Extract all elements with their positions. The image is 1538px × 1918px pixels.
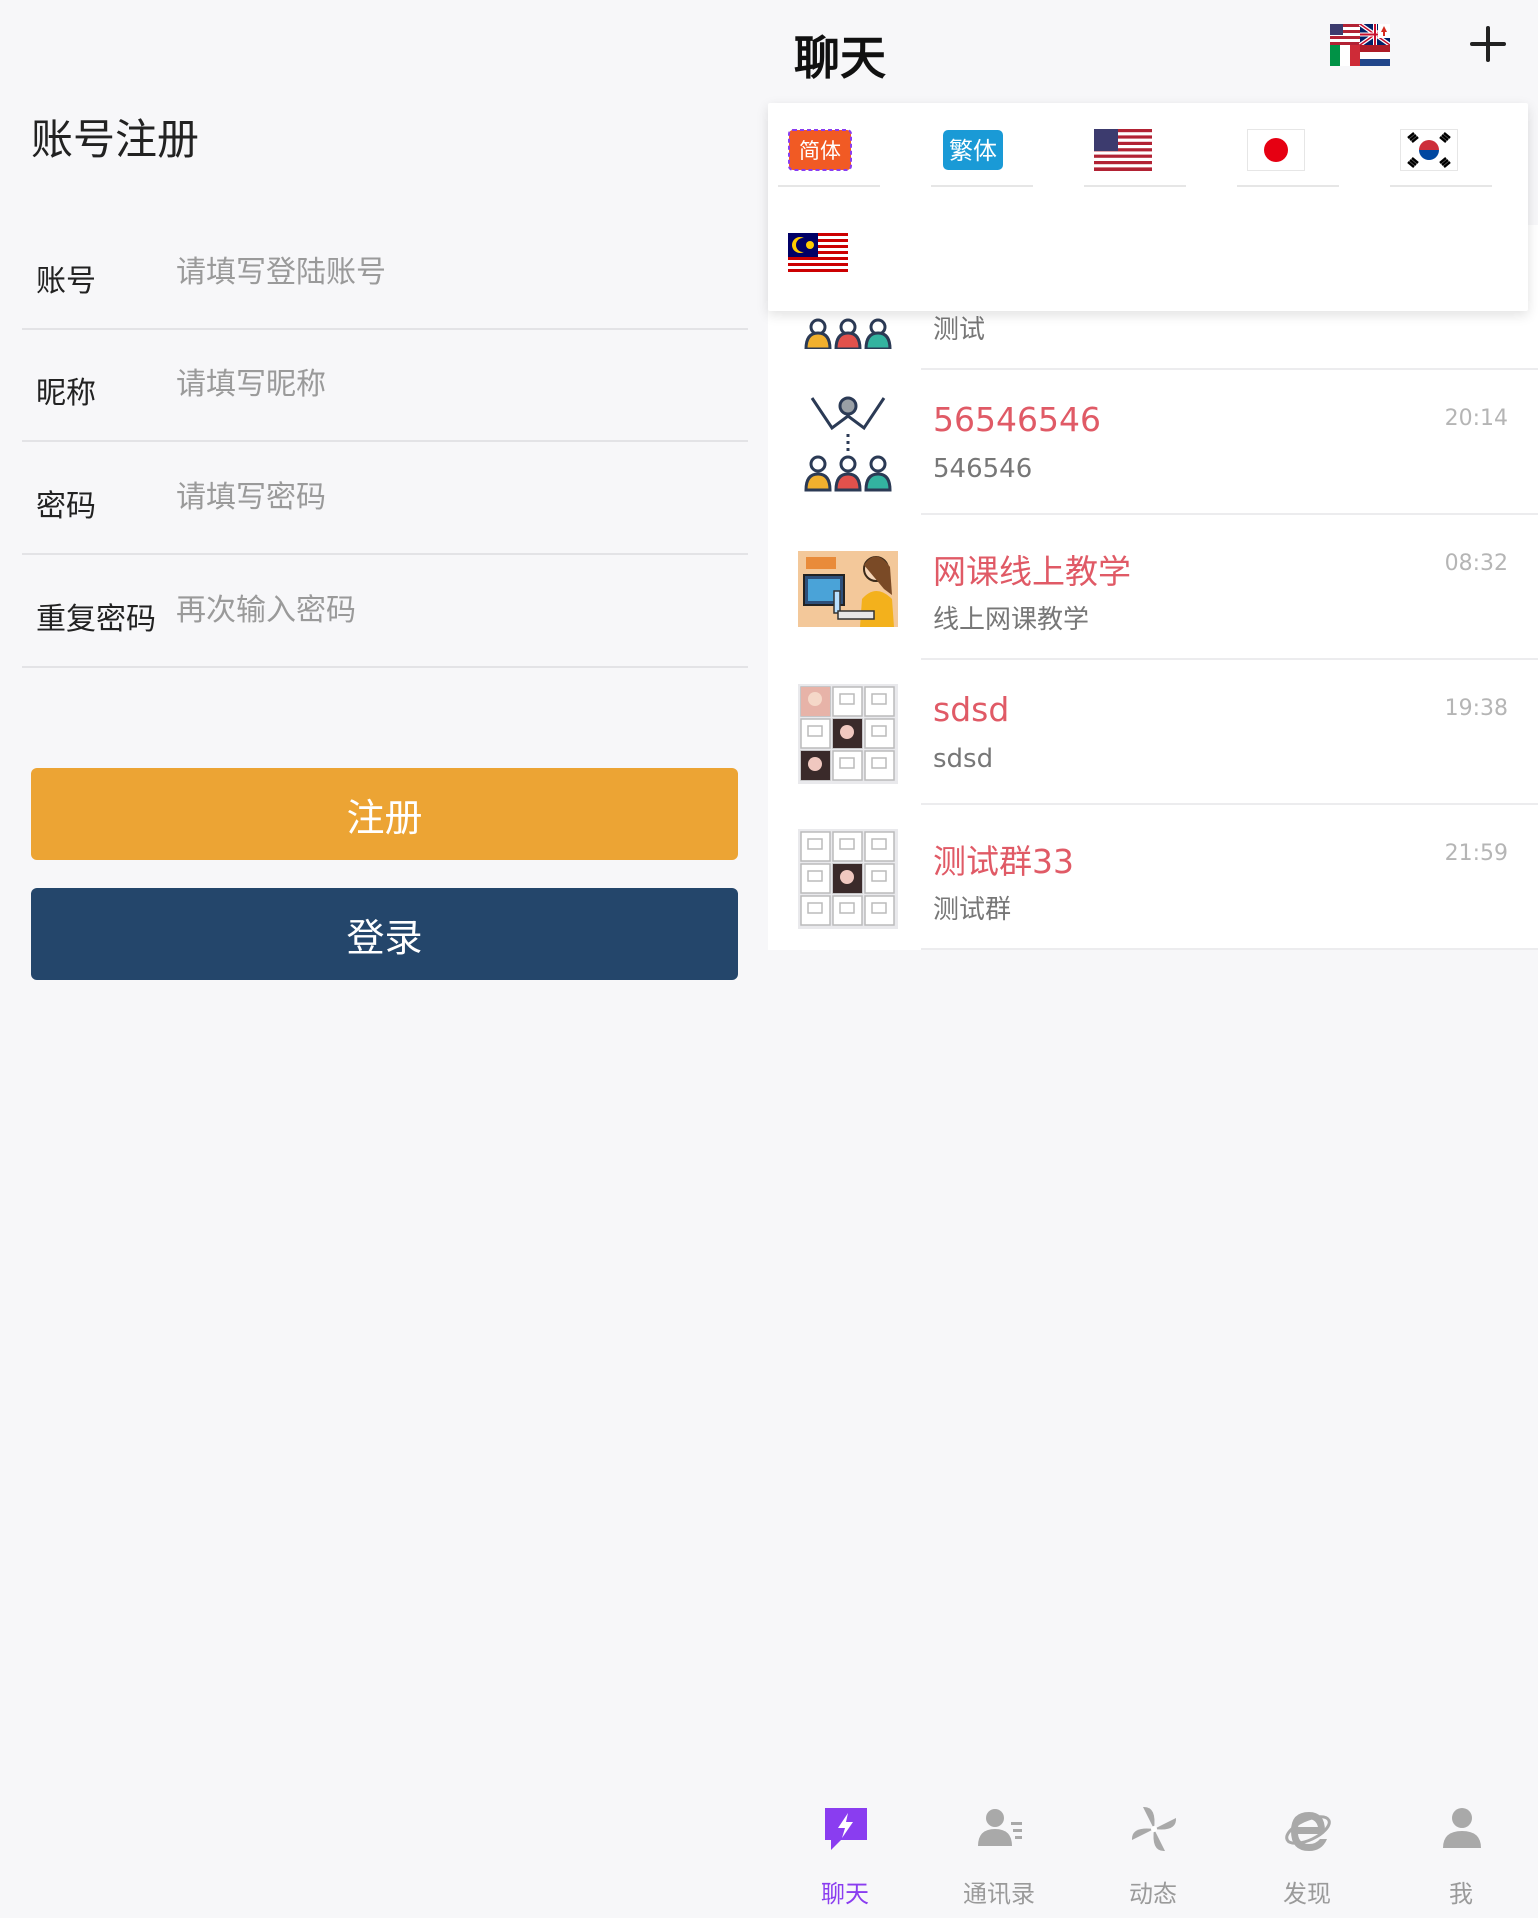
conversation-preview: 线上网课教学 xyxy=(933,605,1090,635)
online-class-avatar xyxy=(798,551,898,627)
conversation-list: 测试 56546546 546546 20:14 网课线上教学 线上网课教学 0… xyxy=(768,225,1538,950)
tab-label: 动态 xyxy=(1129,1880,1177,1908)
register-button[interactable]: 注册 xyxy=(31,768,738,860)
language-option-simplified[interactable]: 简体 xyxy=(768,103,880,187)
password-row: 密码 xyxy=(22,441,748,555)
pinwheel-icon xyxy=(1131,1806,1177,1852)
language-switch-button[interactable] xyxy=(1330,22,1392,66)
multi-flag-icon xyxy=(1330,22,1392,66)
conversation-name: 56546546 xyxy=(933,400,1101,439)
conversation-item[interactable]: 网课线上教学 线上网课教学 08:32 xyxy=(768,515,1538,660)
account-row: 账号 xyxy=(22,216,748,330)
repeat-password-input[interactable] xyxy=(174,584,718,636)
register-title: 账号注册 xyxy=(31,115,200,164)
conversation-time: 21:59 xyxy=(1444,841,1508,866)
tab-moments[interactable]: 动态 xyxy=(1076,1792,1230,1918)
language-option-korean[interactable] xyxy=(1380,103,1492,187)
repeat-password-row: 重复密码 xyxy=(22,554,748,668)
nickname-label: 昵称 xyxy=(36,376,96,411)
password-label: 密码 xyxy=(36,489,96,524)
language-option-japanese[interactable] xyxy=(1227,103,1339,187)
traditional-chinese-icon: 繁体 xyxy=(943,130,1003,170)
korea-flag-icon xyxy=(1400,129,1458,171)
conversation-preview: 测试 xyxy=(933,315,986,345)
bottom-tab-bar: 聊天 通讯录 动态 发现 我 xyxy=(768,1792,1538,1918)
add-button[interactable] xyxy=(1458,14,1518,74)
group-grid-avatar xyxy=(798,829,898,929)
conversation-item[interactable]: 56546546 546546 20:14 xyxy=(768,370,1538,515)
conversation-item[interactable]: 测试群33 测试群 21:59 xyxy=(768,805,1538,950)
conversation-item[interactable]: sdsd sdsd 19:38 xyxy=(768,660,1538,805)
language-option-traditional[interactable]: 繁体 xyxy=(921,103,1033,187)
repeat-password-label: 重复密码 xyxy=(36,602,156,637)
language-option-english[interactable] xyxy=(1074,103,1186,187)
conversation-time: 08:32 xyxy=(1444,551,1508,576)
malaysia-flag-icon xyxy=(788,233,848,275)
divider xyxy=(931,185,1033,187)
contacts-icon xyxy=(978,1809,1022,1846)
group-grid-avatar xyxy=(798,684,898,784)
chat-bolt-icon xyxy=(825,1808,867,1850)
language-menu: 简体 繁体 xyxy=(768,103,1528,311)
divider xyxy=(778,185,880,187)
svg-text:繁体: 繁体 xyxy=(949,137,997,165)
conversation-preview: 测试群 xyxy=(933,895,1012,925)
tab-label: 聊天 xyxy=(821,1880,869,1908)
japan-flag-icon xyxy=(1247,129,1305,171)
conversation-name: sdsd xyxy=(933,690,1010,729)
conversation-time: 19:38 xyxy=(1444,696,1508,721)
account-input[interactable] xyxy=(174,246,718,298)
plus-icon xyxy=(1470,26,1506,62)
nickname-input[interactable] xyxy=(174,358,718,410)
simplified-chinese-icon: 简体 xyxy=(788,129,852,171)
person-icon xyxy=(1443,1808,1481,1848)
tab-label: 通讯录 xyxy=(963,1880,1035,1908)
conversation-name: 网课线上教学 xyxy=(933,552,1131,591)
nickname-row: 昵称 xyxy=(22,328,748,442)
language-option-malay[interactable] xyxy=(768,207,880,291)
conversation-preview: sdsd xyxy=(933,744,994,774)
password-input[interactable] xyxy=(174,471,718,523)
conversation-name: 测试群33 xyxy=(933,842,1074,881)
chat-panel: 聊天 测试 56546546 546546 20:14 网课线上教学 线上网课教… xyxy=(768,0,1538,1918)
us-flag-icon xyxy=(1094,129,1152,171)
chat-title: 聊天 xyxy=(794,31,886,85)
divider xyxy=(921,948,1538,950)
tab-label: 我 xyxy=(1449,1880,1473,1908)
browser-e-icon xyxy=(1285,1812,1331,1851)
svg-text:简体: 简体 xyxy=(799,139,841,163)
chat-header: 聊天 xyxy=(768,0,1538,92)
tab-me[interactable]: 我 xyxy=(1384,1792,1538,1918)
tab-contacts[interactable]: 通讯录 xyxy=(922,1792,1076,1918)
register-panel: 账号注册 账号 昵称 密码 重复密码 注册 登录 xyxy=(0,0,760,1918)
divider xyxy=(1084,185,1186,187)
account-label: 账号 xyxy=(36,264,96,299)
tab-label: 发现 xyxy=(1283,1880,1331,1908)
divider xyxy=(1237,185,1339,187)
group-people-icon xyxy=(804,396,892,492)
tab-chat[interactable]: 聊天 xyxy=(768,1792,922,1918)
divider xyxy=(1390,185,1492,187)
conversation-preview: 546546 xyxy=(933,454,1033,484)
conversation-time: 20:14 xyxy=(1444,406,1508,431)
login-button[interactable]: 登录 xyxy=(31,888,738,980)
tab-discover[interactable]: 发现 xyxy=(1230,1792,1384,1918)
